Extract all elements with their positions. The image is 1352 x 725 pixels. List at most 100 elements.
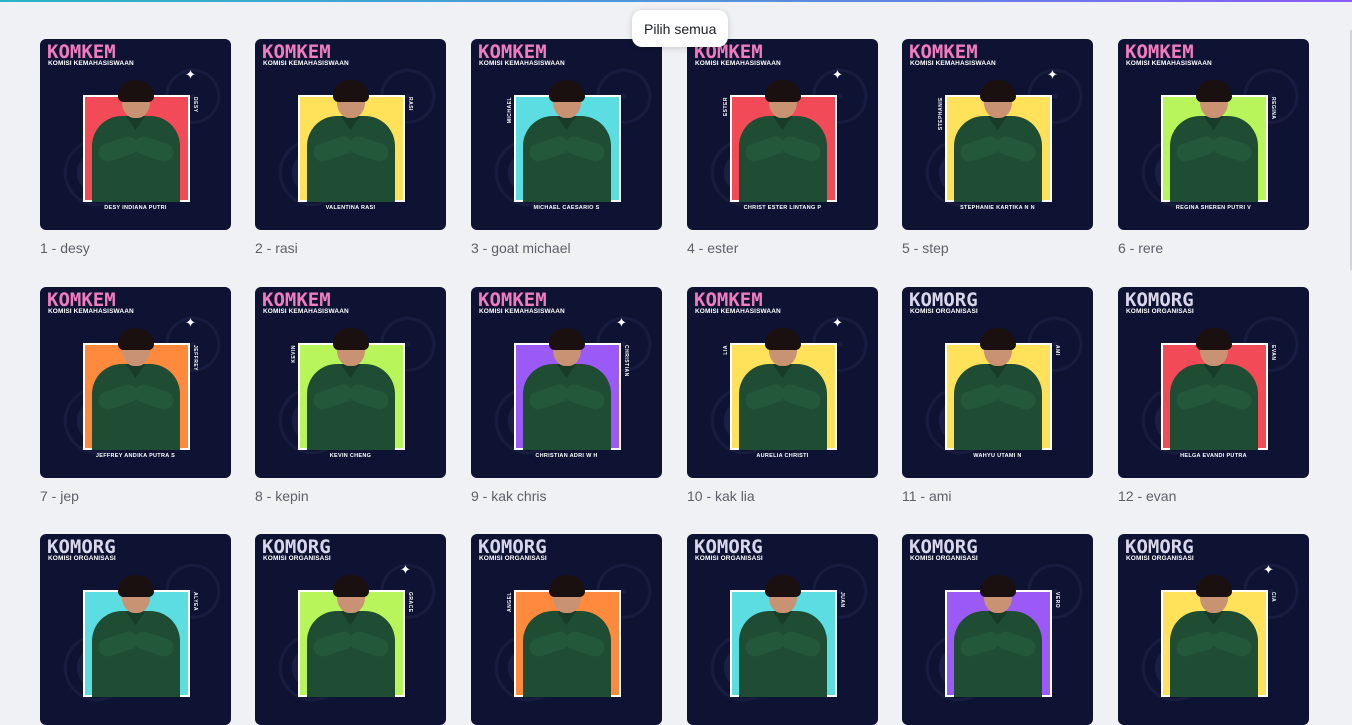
page-caption[interactable]: 7 - jep bbox=[40, 488, 79, 504]
brand-subtitle: KOMISI KEMAHASISWAAN bbox=[695, 308, 781, 315]
fullname-label: WAHYU UTAMI N bbox=[973, 453, 1022, 459]
nickname-label: ALYEA bbox=[192, 592, 198, 611]
brand-subtitle: KOMISI ORGANISASI bbox=[910, 555, 978, 562]
page-thumbnail[interactable]: KOMORG KOMISI ORGANISASI JUAN bbox=[687, 534, 878, 725]
sparkle-icon: ✦ bbox=[832, 315, 843, 330]
fullname-label: HELGA EVANDI PUTRA bbox=[1180, 453, 1247, 459]
nickname-label: ESTER bbox=[723, 97, 729, 117]
page-card[interactable]: KOMKEM KOMISI KEMAHASISWAAN STEPHANIE ST… bbox=[902, 39, 1093, 256]
fullname-label: VALENTINA RASI bbox=[325, 205, 376, 211]
person-photo bbox=[946, 80, 1050, 202]
page-caption[interactable]: 8 - kepin bbox=[255, 488, 309, 504]
page-thumbnail[interactable]: KOMKEM KOMISI KEMAHASISWAAN REGINA REGIN… bbox=[1118, 39, 1309, 230]
page-thumbnail[interactable]: KOMKEM KOMISI KEMAHASISWAAN LIA AURELIA … bbox=[687, 287, 878, 478]
nickname-label: VERO bbox=[1054, 592, 1060, 609]
nickname-label: CHRISTIAN bbox=[623, 345, 629, 377]
page-card[interactable]: KOMORG KOMISI ORGANISASI GRACE ✦ bbox=[255, 534, 446, 725]
brand-subtitle: KOMISI KEMAHASISWAAN bbox=[479, 308, 565, 315]
fullname-label: STEPHANIE KARTIKA N N bbox=[960, 205, 1035, 211]
page-caption[interactable]: 3 - goat michael bbox=[471, 240, 571, 256]
person-photo bbox=[1162, 575, 1266, 697]
page-card[interactable]: KOMKEM KOMISI KEMAHASISWAAN DESY DESY IN… bbox=[40, 39, 231, 256]
page-thumbnail[interactable]: KOMKEM KOMISI KEMAHASISWAAN ESTER CHRIST… bbox=[687, 39, 878, 230]
brand-subtitle: KOMISI KEMAHASISWAAN bbox=[695, 60, 781, 67]
page-thumbnail[interactable]: KOMKEM KOMISI KEMAHASISWAAN STEPHANIE ST… bbox=[902, 39, 1093, 230]
sparkle-icon: ✦ bbox=[832, 67, 843, 82]
nickname-label: RASI bbox=[407, 97, 413, 111]
brand-subtitle: KOMISI KEMAHASISWAAN bbox=[48, 60, 134, 67]
page-caption[interactable]: 4 - ester bbox=[687, 240, 738, 256]
page-thumbnail[interactable]: KOMKEM KOMISI KEMAHASISWAAN RASI VALENTI… bbox=[255, 39, 446, 230]
page-card[interactable]: KOMKEM KOMISI KEMAHASISWAAN LIA AURELIA … bbox=[687, 287, 878, 504]
brand-subtitle: KOMISI ORGANISASI bbox=[479, 555, 547, 562]
page-thumbnail[interactable]: KOMORG KOMISI ORGANISASI CIA ✦ bbox=[1118, 534, 1309, 725]
person-photo bbox=[515, 575, 619, 697]
brand-subtitle: KOMISI ORGANISASI bbox=[263, 555, 331, 562]
page-caption[interactable]: 9 - kak chris bbox=[471, 488, 546, 504]
nickname-label: JUAN bbox=[839, 592, 845, 608]
nickname-label: AMI bbox=[1054, 345, 1060, 356]
brand-subtitle: KOMISI ORGANISASI bbox=[48, 555, 116, 562]
page-caption[interactable]: 6 - rere bbox=[1118, 240, 1163, 256]
page-thumbnail[interactable]: KOMKEM KOMISI KEMAHASISWAAN KEVIN KEVIN … bbox=[255, 287, 446, 478]
page-thumbnail[interactable]: KOMORG KOMISI ORGANISASI ALYEA bbox=[40, 534, 231, 725]
page-card[interactable]: KOMKEM KOMISI KEMAHASISWAAN REGINA REGIN… bbox=[1118, 39, 1309, 256]
person-photo bbox=[946, 575, 1050, 697]
page-thumbnail[interactable]: KOMORG KOMISI ORGANISASI VERO bbox=[902, 534, 1093, 725]
page-thumbnail[interactable]: KOMKEM KOMISI KEMAHASISWAAN MICHAEL MICH… bbox=[471, 39, 662, 230]
fullname-label: REGINA SHEREN PUTRI V bbox=[1175, 205, 1252, 211]
page-card[interactable]: KOMORG KOMISI ORGANISASI CIA ✦ bbox=[1118, 534, 1309, 725]
sparkle-icon: ✦ bbox=[1047, 67, 1058, 82]
nickname-label: REGINA bbox=[1270, 97, 1276, 120]
fullname-label: JEFFREY ANDIKA PUTRA S bbox=[95, 453, 176, 459]
page-thumbnail[interactable]: KOMKEM KOMISI KEMAHASISWAAN CHRISTIAN CH… bbox=[471, 287, 662, 478]
nickname-label: ANGEL bbox=[507, 592, 513, 612]
page-caption[interactable]: 5 - step bbox=[902, 240, 949, 256]
select-all-tooltip[interactable]: Pilih semua bbox=[632, 10, 729, 47]
person-photo bbox=[84, 328, 188, 450]
brand-subtitle: KOMISI ORGANISASI bbox=[910, 308, 978, 315]
sparkle-icon: ✦ bbox=[400, 562, 411, 577]
brand-subtitle: KOMISI KEMAHASISWAAN bbox=[263, 308, 349, 315]
sparkle-icon: ✦ bbox=[1263, 562, 1274, 577]
nickname-label: STEPHANIE bbox=[938, 97, 944, 131]
page-thumbnail[interactable]: KOMORG KOMISI ORGANISASI ANGEL bbox=[471, 534, 662, 725]
person-photo bbox=[299, 328, 403, 450]
page-card[interactable]: KOMORG KOMISI ORGANISASI ANGEL bbox=[471, 534, 662, 725]
nickname-label: KEVIN bbox=[291, 345, 297, 363]
page-caption[interactable]: 10 - kak lia bbox=[687, 488, 755, 504]
page-card[interactable]: KOMKEM KOMISI KEMAHASISWAAN CHRISTIAN CH… bbox=[471, 287, 662, 504]
page-card[interactable]: KOMORG KOMISI ORGANISASI ALYEA bbox=[40, 534, 231, 725]
person-photo bbox=[731, 328, 835, 450]
person-photo bbox=[515, 328, 619, 450]
page-card[interactable]: KOMKEM KOMISI KEMAHASISWAAN RASI VALENTI… bbox=[255, 39, 446, 256]
brand-subtitle: KOMISI ORGANISASI bbox=[695, 555, 763, 562]
fullname-label: AURELIA CHRISTI bbox=[756, 453, 809, 459]
page-caption[interactable]: 2 - rasi bbox=[255, 240, 298, 256]
brand-subtitle: KOMISI ORGANISASI bbox=[1126, 555, 1194, 562]
page-card[interactable]: KOMORG KOMISI ORGANISASI EVAN HELGA EVAN… bbox=[1118, 287, 1309, 504]
page-thumbnail[interactable]: KOMORG KOMISI ORGANISASI EVAN HELGA EVAN… bbox=[1118, 287, 1309, 478]
page-thumbnail[interactable]: KOMKEM KOMISI KEMAHASISWAAN DESY DESY IN… bbox=[40, 39, 231, 230]
page-card[interactable]: KOMORG KOMISI ORGANISASI VERO bbox=[902, 534, 1093, 725]
nickname-label: MICHAEL bbox=[507, 97, 513, 124]
brand-subtitle: KOMISI KEMAHASISWAAN bbox=[910, 60, 996, 67]
fullname-label: CHRIST ESTER LINTANG P bbox=[743, 205, 822, 211]
sparkle-icon: ✦ bbox=[616, 315, 627, 330]
page-caption[interactable]: 11 - ami bbox=[902, 488, 952, 504]
page-thumbnail[interactable]: KOMKEM KOMISI KEMAHASISWAAN JEFFREY JEFF… bbox=[40, 287, 231, 478]
person-photo bbox=[1162, 328, 1266, 450]
page-caption[interactable]: 12 - evan bbox=[1118, 488, 1176, 504]
page-thumbnail[interactable]: KOMORG KOMISI ORGANISASI AMI WAHYU UTAMI… bbox=[902, 287, 1093, 478]
person-photo bbox=[515, 80, 619, 202]
brand-subtitle: KOMISI KEMAHASISWAAN bbox=[263, 60, 349, 67]
page-card[interactable]: KOMKEM KOMISI KEMAHASISWAAN KEVIN KEVIN … bbox=[255, 287, 446, 504]
page-card[interactable]: KOMKEM KOMISI KEMAHASISWAAN JEFFREY JEFF… bbox=[40, 287, 231, 504]
page-caption[interactable]: 1 - desy bbox=[40, 240, 90, 256]
page-card[interactable]: KOMKEM KOMISI KEMAHASISWAAN MICHAEL MICH… bbox=[471, 39, 662, 256]
page-thumbnail[interactable]: KOMORG KOMISI ORGANISASI GRACE ✦ bbox=[255, 534, 446, 725]
person-photo bbox=[731, 80, 835, 202]
page-card[interactable]: KOMORG KOMISI ORGANISASI AMI WAHYU UTAMI… bbox=[902, 287, 1093, 504]
page-card[interactable]: KOMORG KOMISI ORGANISASI JUAN bbox=[687, 534, 878, 725]
page-card[interactable]: KOMKEM KOMISI KEMAHASISWAAN ESTER CHRIST… bbox=[687, 39, 878, 256]
